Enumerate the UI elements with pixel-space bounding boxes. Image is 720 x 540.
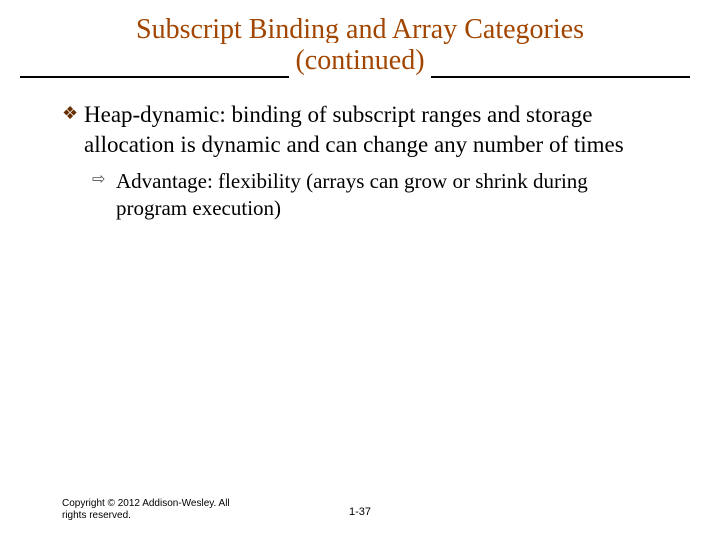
footer-page-number: 1-37 (0, 506, 720, 518)
bullet-level1-text: Heap-dynamic: binding of subscript range… (84, 102, 624, 157)
bullet-level2: ⇨ Advantage: flexibility (arrays can gro… (92, 168, 660, 223)
slide-title-line2-wrap: (continued) (0, 43, 720, 78)
slide-title-line1: Subscript Binding and Array Categories (0, 0, 720, 47)
arrow-bullet-icon: ⇨ (92, 172, 105, 188)
slide: Subscript Binding and Array Categories (… (0, 0, 720, 540)
slide-title-line2: (continued) (289, 43, 430, 78)
bullet-level2-text: Advantage: flexibility (arrays can grow … (116, 169, 588, 220)
diamond-bullet-icon: ❖ (62, 104, 78, 122)
bullet-level1: ❖ Heap-dynamic: binding of subscript ran… (62, 100, 660, 160)
slide-body: ❖ Heap-dynamic: binding of subscript ran… (62, 100, 660, 222)
